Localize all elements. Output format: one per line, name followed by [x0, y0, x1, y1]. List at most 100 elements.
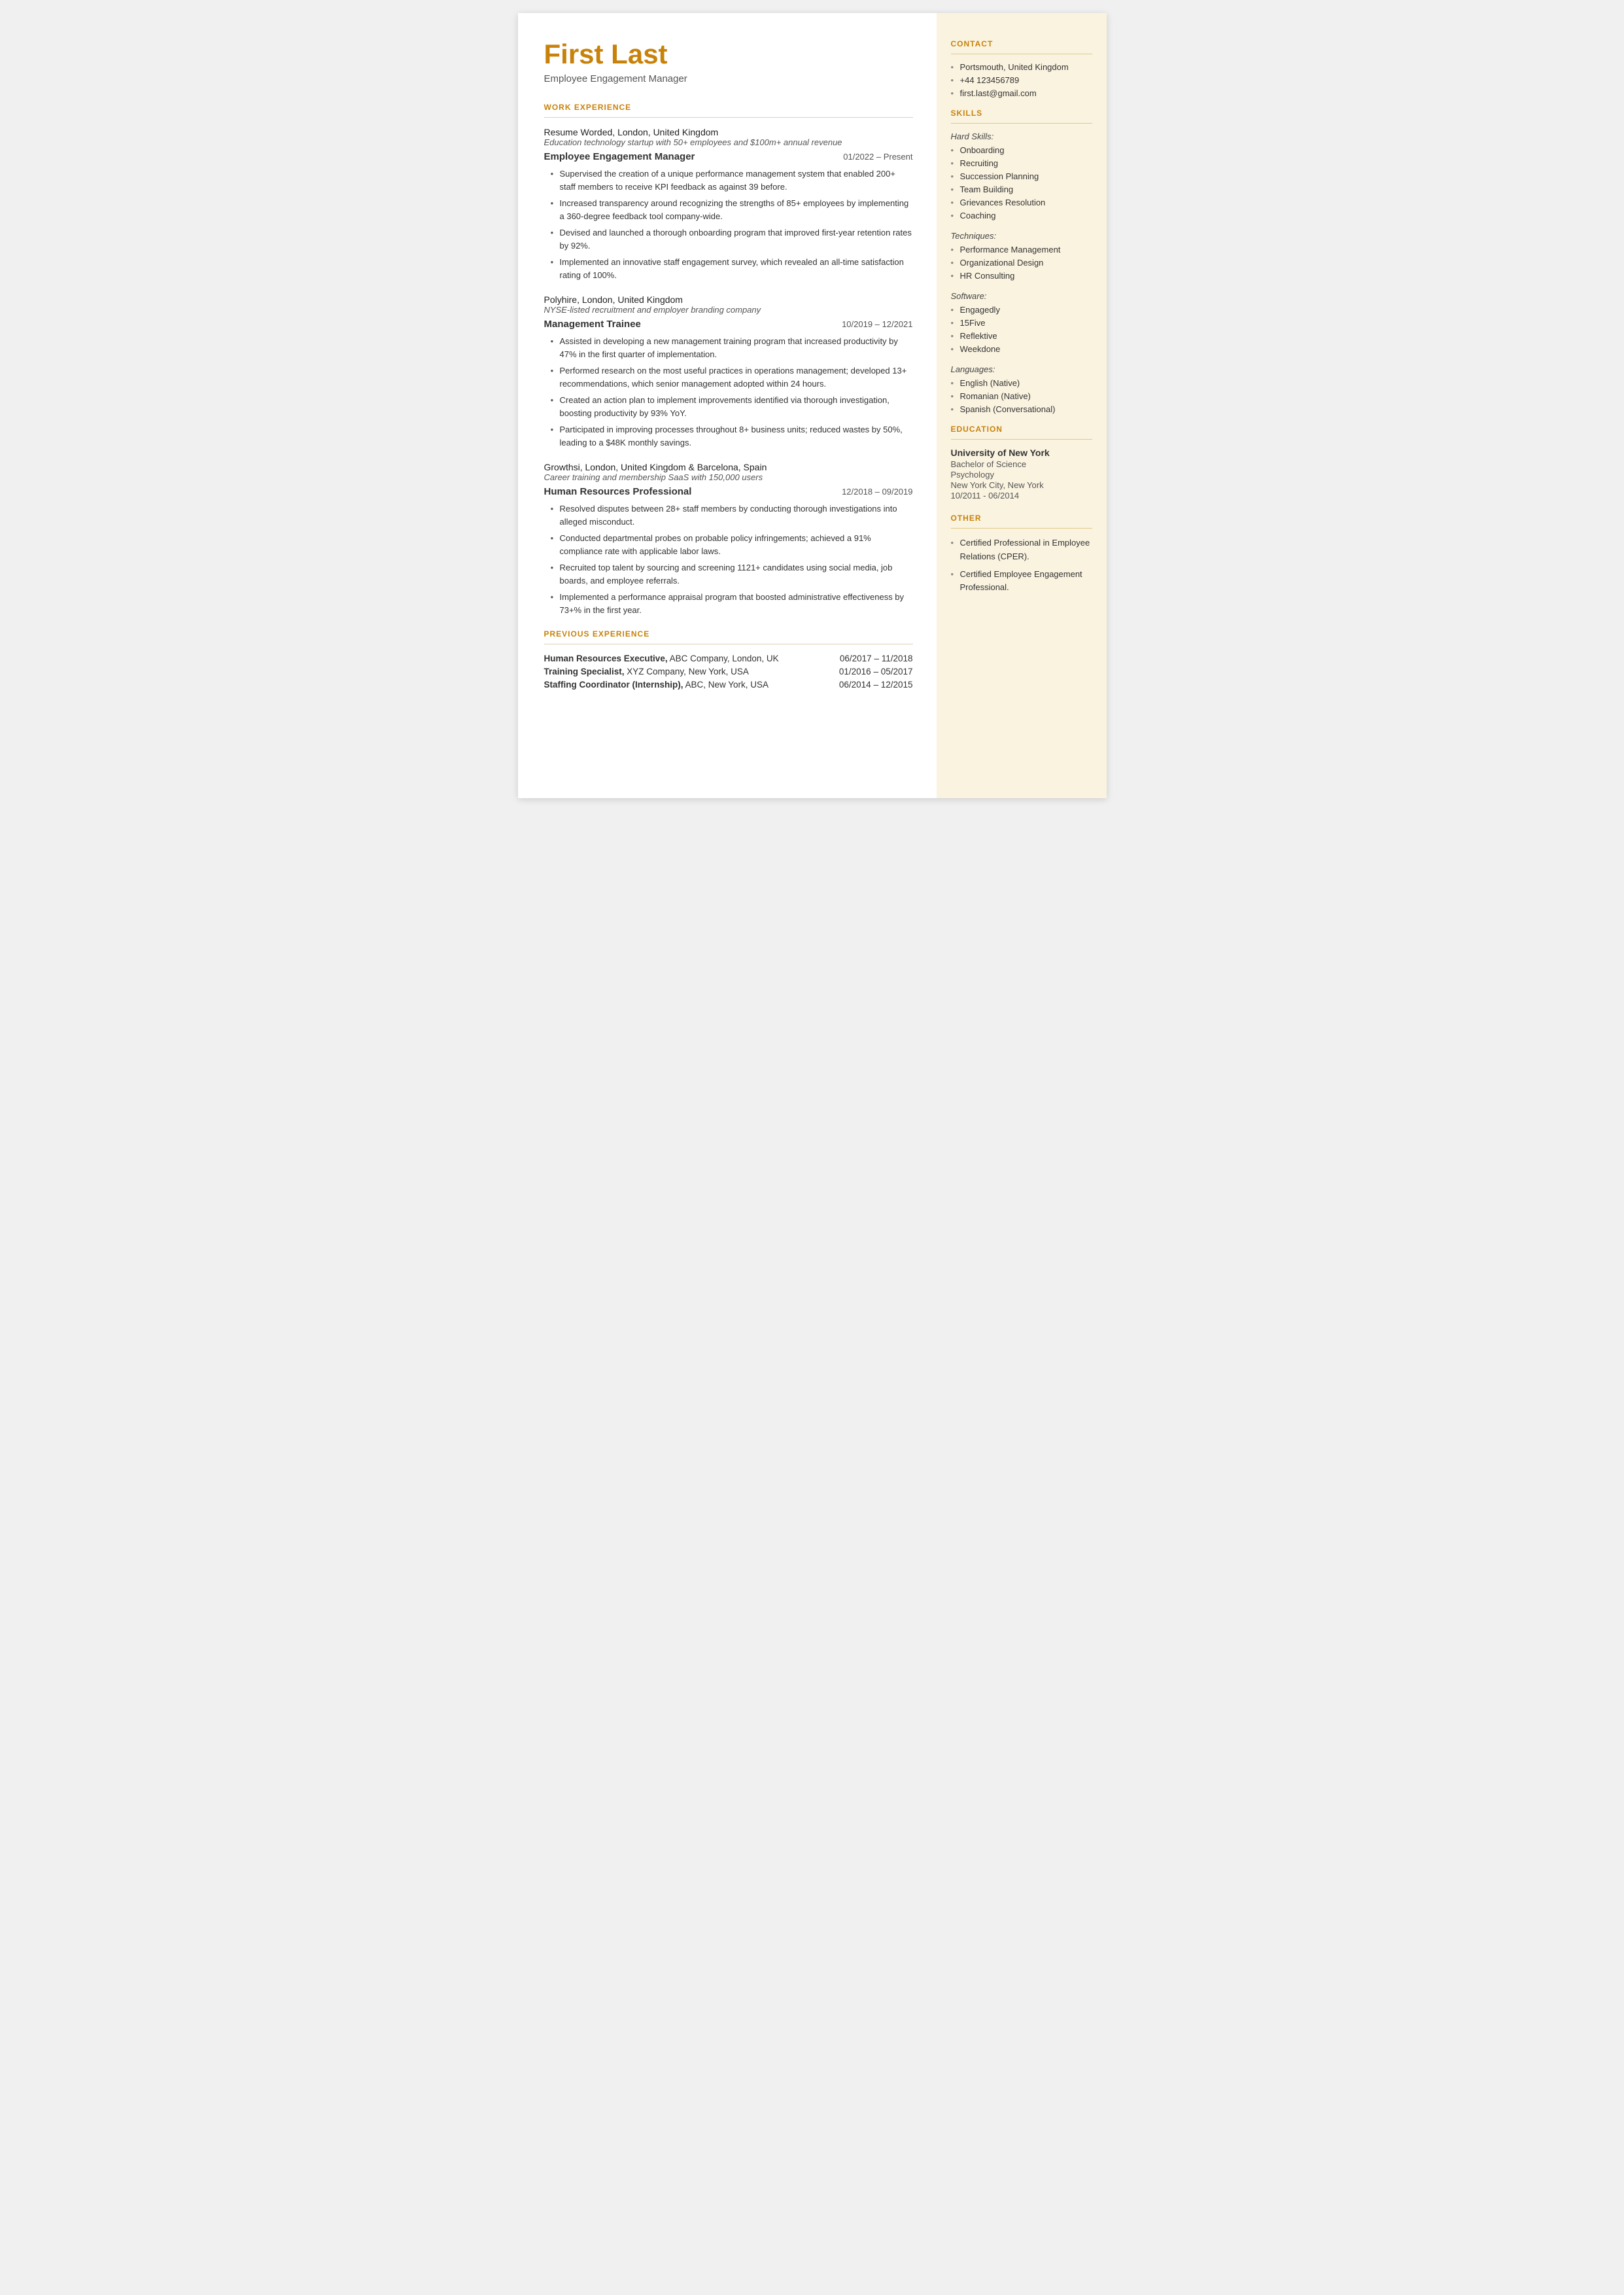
work-experience-header: WORK EXPERIENCE	[544, 103, 913, 112]
technique-2: Organizational Design	[951, 258, 1092, 268]
company-name-3: Growthsi, London, United Kingdom & Barce…	[544, 462, 913, 472]
edu-dates: 10/2011 - 06/2014	[951, 491, 1092, 500]
bullet-list-2: Assisted in developing a new management …	[544, 335, 913, 449]
hard-skill-3: Succession Planning	[951, 171, 1092, 181]
hard-skill-5: Grievances Resolution	[951, 198, 1092, 207]
prev-exp-row-1: Human Resources Executive, ABC Company, …	[544, 654, 913, 663]
contact-list: Portsmouth, United Kingdom +44 123456789…	[951, 62, 1092, 98]
software-4: Weekdone	[951, 344, 1092, 354]
prev-exp-title-2: Training Specialist, XYZ Company, New Yo…	[544, 667, 749, 676]
company-rest-3: London, United Kingdom & Barcelona, Spai…	[583, 462, 767, 472]
skills-header: SKILLS	[951, 109, 1092, 118]
bullet-1-2: Increased transparency around recognizin…	[551, 197, 913, 222]
company-bold-3: Growthsi,	[544, 462, 583, 472]
hard-skill-1: Onboarding	[951, 145, 1092, 155]
prev-exp-row-2: Training Specialist, XYZ Company, New Yo…	[544, 667, 913, 676]
company-name-1: Resume Worded, London, United Kingdom	[544, 127, 913, 137]
bullet-2-4: Participated in improving processes thro…	[551, 423, 913, 449]
bullet-2-1: Assisted in developing a new management …	[551, 335, 913, 360]
hard-skills-label: Hard Skills:	[951, 131, 1092, 141]
resume-container: First Last Employee Engagement Manager W…	[518, 13, 1107, 798]
software-1: Engagedly	[951, 305, 1092, 315]
bullet-list-3: Resolved disputes between 28+ staff memb…	[544, 502, 913, 616]
edu-school: University of New York	[951, 447, 1092, 458]
job-title-2: Management Trainee	[544, 319, 641, 330]
edu-location: New York City, New York	[951, 480, 1092, 490]
language-2: Romanian (Native)	[951, 391, 1092, 401]
technique-1: Performance Management	[951, 245, 1092, 254]
job-dates-1: 01/2022 – Present	[843, 152, 912, 162]
hard-skills-list: Onboarding Recruiting Succession Plannin…	[951, 145, 1092, 220]
job-dates-2: 10/2019 – 12/2021	[842, 319, 912, 329]
main-column: First Last Employee Engagement Manager W…	[518, 13, 937, 798]
previous-experience-header: PREVIOUS EXPERIENCE	[544, 629, 913, 639]
job-block-1: Resume Worded, London, United Kingdom Ed…	[544, 127, 913, 281]
company-bold-2: Polyhire,	[544, 294, 579, 305]
contact-phone: +44 123456789	[951, 75, 1092, 85]
software-list: Engagedly 15Five Reflektive Weekdone	[951, 305, 1092, 354]
company-rest-1: London, United Kingdom	[615, 127, 718, 137]
bullet-3-3: Recruited top talent by sourcing and scr…	[551, 561, 913, 587]
prev-rest-2: XYZ Company, New York, USA	[625, 667, 749, 676]
prev-bold-2: Training Specialist,	[544, 667, 625, 676]
job-title-1: Employee Engagement Manager	[544, 151, 695, 162]
contact-address: Portsmouth, United Kingdom	[951, 62, 1092, 72]
techniques-list: Performance Management Organizational De…	[951, 245, 1092, 281]
techniques-label: Techniques:	[951, 231, 1092, 241]
skills-divider	[951, 123, 1092, 124]
bullet-1-3: Devised and launched a thorough onboardi…	[551, 226, 913, 252]
prev-dates-2: 01/2016 – 05/2017	[839, 667, 913, 676]
job-header-3: Human Resources Professional 12/2018 – 0…	[544, 486, 913, 497]
contact-header: CONTACT	[951, 39, 1092, 48]
sidebar-column: CONTACT Portsmouth, United Kingdom +44 1…	[937, 13, 1107, 798]
other-header: OTHER	[951, 514, 1092, 523]
prev-rest-1: ABC Company, London, UK	[668, 654, 779, 663]
prev-rest-3: ABC, New York, USA	[683, 680, 769, 690]
candidate-title: Employee Engagement Manager	[544, 73, 913, 84]
software-label: Software:	[951, 291, 1092, 301]
work-divider	[544, 117, 913, 118]
other-section: OTHER Certified Professional in Employee…	[951, 514, 1092, 595]
languages-label: Languages:	[951, 364, 1092, 374]
prev-dates-1: 06/2017 – 11/2018	[840, 654, 913, 663]
bullet-2-3: Created an action plan to implement impr…	[551, 394, 913, 419]
company-name-2: Polyhire, London, United Kingdom	[544, 294, 913, 305]
bullet-2-2: Performed research on the most useful pr…	[551, 364, 913, 390]
candidate-name: First Last	[544, 39, 913, 69]
bullet-1-1: Supervised the creation of a unique perf…	[551, 167, 913, 193]
education-divider	[951, 439, 1092, 440]
education-header: EDUCATION	[951, 425, 1092, 434]
prev-bold-1: Human Resources Executive,	[544, 654, 668, 663]
prev-exp-title-1: Human Resources Executive, ABC Company, …	[544, 654, 779, 663]
language-3: Spanish (Conversational)	[951, 404, 1092, 414]
technique-3: HR Consulting	[951, 271, 1092, 281]
hard-skill-2: Recruiting	[951, 158, 1092, 168]
bullet-1-4: Implemented an innovative staff engageme…	[551, 256, 913, 281]
company-desc-2: NYSE-listed recruitment and employer bra…	[544, 305, 913, 315]
bullet-3-1: Resolved disputes between 28+ staff memb…	[551, 502, 913, 528]
job-title-3: Human Resources Professional	[544, 486, 692, 497]
edu-degree: Bachelor of Science	[951, 459, 1092, 469]
other-item-2: Certified Employee Engagement Profession…	[951, 568, 1092, 595]
contact-email: first.last@gmail.com	[951, 88, 1092, 98]
other-content: Certified Professional in Employee Relat…	[951, 536, 1092, 595]
other-item-1: Certified Professional in Employee Relat…	[951, 536, 1092, 564]
bullet-list-1: Supervised the creation of a unique perf…	[544, 167, 913, 281]
job-dates-3: 12/2018 – 09/2019	[842, 487, 912, 497]
company-bold-1: Resume Worded,	[544, 127, 615, 137]
company-rest-2: London, United Kingdom	[579, 294, 683, 305]
job-header-1: Employee Engagement Manager 01/2022 – Pr…	[544, 151, 913, 162]
company-desc-1: Education technology startup with 50+ em…	[544, 137, 913, 147]
language-1: English (Native)	[951, 378, 1092, 388]
job-block-3: Growthsi, London, United Kingdom & Barce…	[544, 462, 913, 616]
software-2: 15Five	[951, 318, 1092, 328]
languages-list: English (Native) Romanian (Native) Spani…	[951, 378, 1092, 414]
prev-exp-row-3: Staffing Coordinator (Internship), ABC, …	[544, 680, 913, 690]
company-desc-3: Career training and membership SaaS with…	[544, 472, 913, 482]
bullet-3-4: Implemented a performance appraisal prog…	[551, 591, 913, 616]
hard-skill-4: Team Building	[951, 184, 1092, 194]
prev-dates-3: 06/2014 – 12/2015	[839, 680, 913, 690]
other-divider	[951, 528, 1092, 529]
job-header-2: Management Trainee 10/2019 – 12/2021	[544, 319, 913, 330]
edu-field: Psychology	[951, 470, 1092, 480]
